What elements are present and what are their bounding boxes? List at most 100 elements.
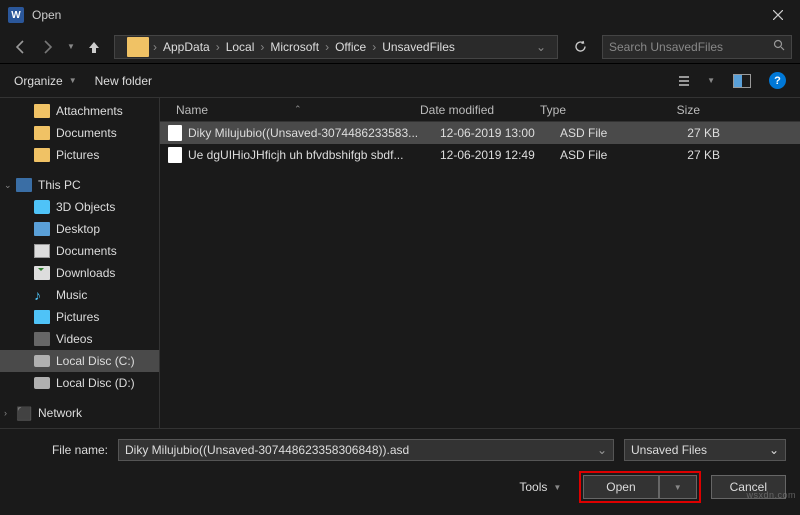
chevron-right-icon: › xyxy=(260,40,264,54)
search-icon xyxy=(773,39,785,54)
file-name: Ue dgUIHioJHficjh uh bfvdbshifgb sbdf... xyxy=(188,148,432,162)
sidebar-item-music[interactable]: ♪Music xyxy=(0,284,159,306)
crumb-office[interactable]: Office xyxy=(331,40,370,54)
chevron-down-icon: ▼ xyxy=(674,483,682,492)
titlebar: W Open xyxy=(0,0,800,30)
folder-icon xyxy=(34,148,50,162)
pictures-icon xyxy=(34,310,50,324)
sort-caret-icon: ⌃ xyxy=(294,104,302,115)
chevron-down-icon: ⌄ xyxy=(4,180,12,191)
word-app-icon: W xyxy=(8,7,24,23)
view-list-icon xyxy=(679,73,701,89)
filename-value: Diky Milujubio((Unsaved-3074486233583068… xyxy=(125,443,409,457)
chevron-down-icon: ▼ xyxy=(553,483,561,492)
open-button[interactable]: Open xyxy=(583,475,658,499)
navigation-bar: ▼ › AppData › Local › Microsoft › Office… xyxy=(0,30,800,64)
navigation-pane[interactable]: Attachments Documents Pictures ⌄This PC … xyxy=(0,98,160,428)
file-icon xyxy=(168,125,182,141)
filename-input[interactable]: Diky Milujubio((Unsaved-3074486233583068… xyxy=(118,439,614,461)
file-row[interactable]: Ue dgUIHioJHficjh uh bfvdbshifgb sbdf...… xyxy=(160,144,800,166)
sidebar-item-this-pc[interactable]: ⌄This PC xyxy=(0,174,159,196)
chevron-down-icon: ⌄ xyxy=(597,443,607,457)
highlight-annotation: Open ▼ xyxy=(579,471,700,503)
open-dropdown[interactable]: ▼ xyxy=(659,475,697,499)
location-dropdown[interactable]: ⌄ xyxy=(531,40,551,54)
file-row[interactable]: Diky Milujubio((Unsaved-3074486233583...… xyxy=(160,122,800,144)
refresh-icon xyxy=(574,40,587,53)
sidebar-item-3d-objects[interactable]: 3D Objects xyxy=(0,196,159,218)
file-size: 27 KB xyxy=(658,148,738,162)
filename-label: File name: xyxy=(14,443,108,457)
column-size[interactable]: Size xyxy=(638,103,718,117)
file-name: Diky Milujubio((Unsaved-3074486233583... xyxy=(188,126,432,140)
filter-value: Unsaved Files xyxy=(631,443,707,457)
column-date[interactable]: Date modified xyxy=(412,103,532,117)
chevron-down-icon: ⌄ xyxy=(769,443,779,457)
sidebar-item-desktop[interactable]: Desktop xyxy=(0,218,159,240)
drive-icon xyxy=(34,377,50,389)
close-icon xyxy=(773,10,783,20)
sidebar-item-documents-pc[interactable]: Documents xyxy=(0,240,159,262)
organize-button[interactable]: Organize ▼ xyxy=(14,74,77,88)
up-button[interactable] xyxy=(82,35,106,59)
videos-icon xyxy=(34,332,50,346)
view-button[interactable]: ▼ xyxy=(679,73,715,89)
crumb-microsoft[interactable]: Microsoft xyxy=(266,40,323,54)
refresh-button[interactable] xyxy=(566,40,594,53)
crumb-appdata[interactable]: AppData xyxy=(159,40,214,54)
recent-dropdown[interactable]: ▼ xyxy=(64,35,78,59)
folder-icon xyxy=(34,104,50,118)
sidebar-item-downloads[interactable]: Downloads xyxy=(0,262,159,284)
column-name[interactable]: Name⌃ xyxy=(168,103,412,117)
arrow-right-icon xyxy=(41,40,55,54)
chevron-right-icon: › xyxy=(325,40,329,54)
back-button[interactable] xyxy=(8,35,32,59)
file-type: ASD File xyxy=(552,148,658,162)
file-date: 12-06-2019 13:00 xyxy=(432,126,552,140)
file-list: Name⌃ Date modified Type Size Diky Miluj… xyxy=(160,98,800,428)
3d-objects-icon xyxy=(34,200,50,214)
music-icon: ♪ xyxy=(34,288,50,302)
window-title: Open xyxy=(32,8,755,22)
address-bar[interactable]: › AppData › Local › Microsoft › Office ›… xyxy=(114,35,558,59)
chevron-down-icon: ▼ xyxy=(707,76,715,85)
forward-button[interactable] xyxy=(36,35,60,59)
chevron-right-icon: › xyxy=(153,40,157,54)
sidebar-item-pictures-pc[interactable]: Pictures xyxy=(0,306,159,328)
chevron-right-icon: › xyxy=(4,408,7,418)
file-type-filter[interactable]: Unsaved Files ⌄ xyxy=(624,439,786,461)
crumb-local[interactable]: Local xyxy=(222,40,259,54)
chevron-right-icon: › xyxy=(372,40,376,54)
close-button[interactable] xyxy=(755,0,800,30)
sidebar-item-local-disc-d[interactable]: Local Disc (D:) xyxy=(0,372,159,394)
column-type[interactable]: Type xyxy=(532,103,638,117)
desktop-icon xyxy=(34,222,50,236)
file-date: 12-06-2019 12:49 xyxy=(432,148,552,162)
documents-icon xyxy=(34,244,50,258)
sidebar-item-pictures[interactable]: Pictures xyxy=(0,144,159,166)
preview-pane-button[interactable] xyxy=(733,74,751,88)
preview-pane-icon xyxy=(733,74,751,88)
file-type: ASD File xyxy=(552,126,658,140)
sidebar-item-documents[interactable]: Documents xyxy=(0,122,159,144)
main-area: Attachments Documents Pictures ⌄This PC … xyxy=(0,98,800,428)
network-icon: ⬛ xyxy=(16,406,32,420)
sidebar-item-local-disc-c[interactable]: Local Disc (C:) xyxy=(0,350,159,372)
downloads-icon xyxy=(34,266,50,280)
help-button[interactable]: ? xyxy=(769,72,786,89)
folder-icon xyxy=(34,126,50,140)
tools-button[interactable]: Tools ▼ xyxy=(519,480,561,494)
sidebar-item-videos[interactable]: Videos xyxy=(0,328,159,350)
search-input[interactable]: Search UnsavedFiles xyxy=(602,35,792,59)
column-headers: Name⌃ Date modified Type Size xyxy=(160,98,800,122)
pc-icon xyxy=(16,178,32,192)
file-size: 27 KB xyxy=(658,126,738,140)
crumb-unsavedfiles[interactable]: UnsavedFiles xyxy=(378,40,459,54)
sidebar-item-network[interactable]: ›⬛Network xyxy=(0,402,159,424)
sidebar-item-attachments[interactable]: Attachments xyxy=(0,100,159,122)
new-folder-button[interactable]: New folder xyxy=(95,74,152,88)
chevron-right-icon: › xyxy=(216,40,220,54)
folder-icon xyxy=(127,37,149,57)
drive-icon xyxy=(34,355,50,367)
chevron-down-icon: ▼ xyxy=(69,76,77,85)
